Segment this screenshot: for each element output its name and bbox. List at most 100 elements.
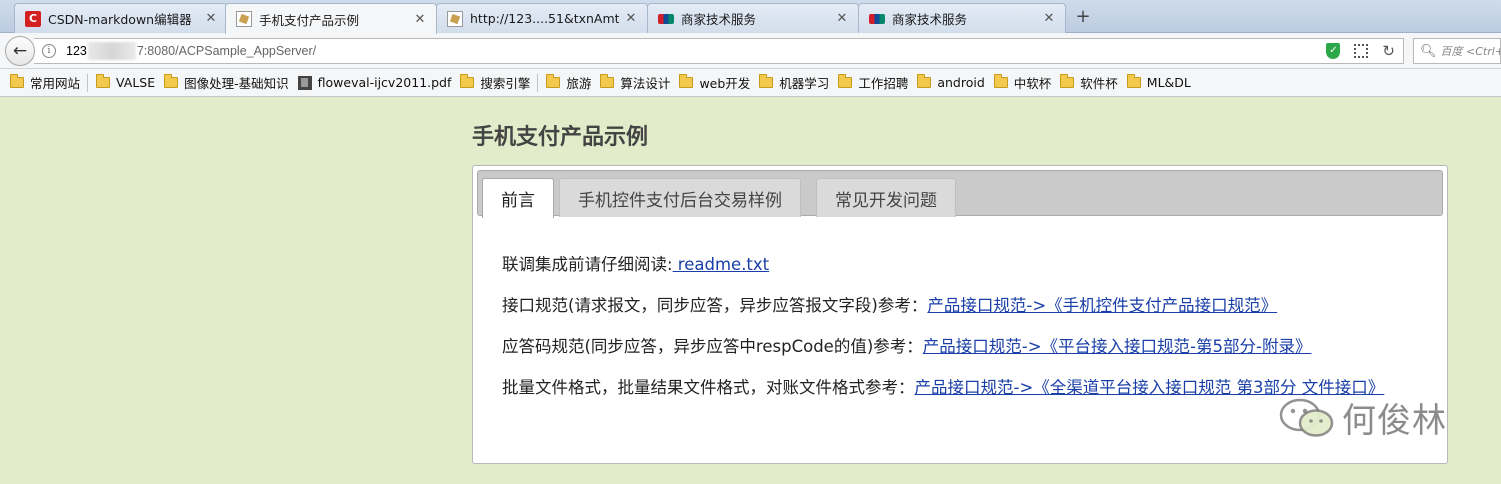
bookmark-label: 中软杯	[1013, 76, 1052, 91]
navigation-bar: i 123 7:8080/ACPSample_AppServer/ ✓ ↻ ← …	[0, 33, 1501, 69]
tab-faq[interactable]: 常见开发问题	[816, 178, 956, 217]
bookmark-label: 算法设计	[620, 76, 671, 91]
search-box[interactable]: 🔍︎ 百度 <Ctrl+K>	[1413, 38, 1501, 64]
page-title: 手机支付产品示例	[472, 125, 649, 150]
bookmark-separator	[87, 73, 89, 92]
unionpay-icon	[658, 11, 674, 27]
site-info-icon[interactable]: i	[42, 44, 56, 58]
page-icon	[236, 11, 252, 27]
browser-tab-strip: C CSDN-markdown编辑器 ✕ 手机支付产品示例 ✕ http://1…	[0, 0, 1501, 34]
folder-icon	[164, 74, 179, 88]
tab-label: 手机支付产品示例	[259, 12, 360, 28]
bookmark-item[interactable]: 中软杯	[993, 73, 1052, 92]
bookmark-label: 旅游	[566, 76, 592, 91]
browser-tab-http[interactable]: http://123....51&txnAmt=5 ✕	[436, 3, 648, 33]
csdn-logo-icon: C	[25, 10, 41, 27]
interface-spec-line: 接口规范(请求报文，同步应答，异步应答报文字段)参考：产品接口规范->《手机控件…	[502, 295, 1432, 317]
url-path: 7:8080/ACPSample_AppServer/	[136, 44, 317, 58]
bookmark-label: VALSE	[116, 75, 156, 90]
folder-icon	[1060, 74, 1075, 88]
readme-line: 联调集成前请仔细阅读: readme.txt	[502, 254, 1432, 276]
browser-tab-active[interactable]: 手机支付产品示例 ✕	[225, 3, 437, 34]
close-tab-icon[interactable]: ✕	[414, 12, 426, 27]
browser-tab-merchant-1[interactable]: 商家技术服务 ✕	[647, 3, 859, 33]
address-bar-icons: ✓ ↻	[1326, 42, 1395, 60]
bookmark-label: 常用网站	[30, 76, 81, 91]
bookmark-label: 图像处理-基础知识	[184, 76, 289, 91]
bookmark-label: 软件杯	[1080, 76, 1118, 91]
wechat-watermark: 何俊林	[1278, 393, 1447, 442]
close-tab-icon[interactable]: ✕	[1043, 11, 1055, 26]
bookmark-label: floweval-ijcv2011.pdf	[317, 75, 452, 90]
bookmark-item[interactable]: web开发	[679, 73, 750, 92]
wechat-icon	[1279, 398, 1334, 437]
bookmark-label: 搜索引擎	[480, 76, 531, 91]
search-icon: 🔍︎	[1420, 43, 1437, 59]
close-tab-icon[interactable]: ✕	[836, 11, 848, 26]
response-code-line: 应答码规范(同步应答，异步应答中respCode的值)参考：产品接口规范->《平…	[502, 336, 1432, 358]
bookmark-label: 工作招聘	[858, 76, 909, 91]
browser-tab-merchant-2[interactable]: 商家技术服务 ✕	[858, 3, 1066, 33]
bookmark-item[interactable]: 搜索引擎	[460, 73, 530, 92]
response-code-link[interactable]: 产品接口规范->《平台接入接口规范-第5部分-附录》	[923, 337, 1312, 356]
bookmark-item[interactable]: 机器学习	[759, 73, 829, 92]
folder-icon	[10, 74, 24, 88]
tab-label: CSDN-markdown编辑器	[48, 12, 192, 27]
folder-icon	[679, 74, 694, 88]
line-text: 批量文件格式，批量结果文件格式，对账文件格式参考：	[502, 378, 915, 397]
page-tab-bar: 前言 手机控件支付后台交易样例 常见开发问题	[477, 170, 1443, 218]
qr-code-icon[interactable]	[1354, 44, 1369, 58]
bookmark-item[interactable]: 软件杯	[1060, 73, 1118, 92]
bookmark-item[interactable]: ML&DL	[1126, 74, 1191, 90]
bookmark-item[interactable]: 旅游	[546, 73, 591, 92]
tab-label: 商家技术服务	[892, 12, 968, 27]
readme-link[interactable]: readme.txt	[673, 255, 769, 274]
bookmark-label: web开发	[699, 76, 751, 91]
url-redacted-segment	[87, 42, 136, 60]
folder-icon	[917, 74, 932, 88]
folder-icon	[460, 74, 475, 88]
bookmark-item[interactable]: floweval-ijcv2011.pdf	[297, 75, 452, 90]
security-shield-icon[interactable]: ✓	[1326, 43, 1341, 59]
line-text: 应答码规范(同步应答，异步应答中respCode的值)参考：	[502, 337, 923, 356]
watermark-text: 何俊林	[1342, 401, 1447, 441]
line-text: 联调集成前请仔细阅读:	[502, 255, 673, 274]
bookmark-item[interactable]: android	[917, 74, 985, 90]
bookmark-label: android	[937, 75, 985, 90]
folder-icon	[838, 74, 853, 88]
tab-label: http://123....51&txnAmt=5	[470, 11, 619, 26]
bookmark-label: 机器学习	[779, 76, 830, 91]
back-arrow-icon: ←	[12, 41, 28, 61]
folder-icon	[546, 74, 561, 88]
bookmark-item[interactable]: 常用网站	[10, 73, 80, 92]
bookmark-item[interactable]: 算法设计	[600, 73, 670, 92]
new-tab-button[interactable]: +	[1071, 7, 1095, 29]
search-placeholder: 百度 <Ctrl+K>	[1440, 45, 1500, 58]
bookmark-label: ML&DL	[1146, 75, 1191, 90]
tab-label: 商家技术服务	[681, 12, 757, 27]
folder-icon	[759, 74, 774, 88]
reload-icon[interactable]: ↻	[1382, 42, 1395, 60]
tab-preface[interactable]: 前言	[482, 178, 554, 218]
bookmark-item[interactable]: VALSE	[96, 74, 156, 90]
line-text: 接口规范(请求报文，同步应答，异步应答报文字段)参考：	[502, 296, 928, 315]
bookmark-item[interactable]: 图像处理-基础知识	[164, 73, 289, 92]
unionpay-icon	[869, 11, 885, 27]
bookmark-item[interactable]: 工作招聘	[838, 73, 908, 92]
page-icon	[447, 10, 463, 27]
pdf-icon	[297, 75, 312, 90]
folder-icon	[1126, 74, 1141, 88]
bookmarks-bar: 常用网站 VALSE 图像处理-基础知识 floweval-ijcv2011.p…	[0, 69, 1501, 97]
browser-tab-csdn[interactable]: C CSDN-markdown编辑器 ✕	[14, 3, 228, 33]
url-host: 123	[66, 44, 87, 58]
folder-icon	[600, 74, 615, 88]
folder-icon	[96, 74, 111, 88]
close-tab-icon[interactable]: ✕	[625, 11, 637, 26]
close-tab-icon[interactable]: ✕	[205, 11, 217, 26]
address-bar[interactable]: i 123 7:8080/ACPSample_AppServer/ ✓ ↻	[34, 38, 1404, 64]
back-button[interactable]: ←	[5, 36, 35, 66]
tab-backend-sample[interactable]: 手机控件支付后台交易样例	[559, 178, 801, 217]
bookmark-separator	[537, 73, 539, 92]
interface-spec-link[interactable]: 产品接口规范->《手机控件支付产品接口规范》	[927, 296, 1277, 315]
folder-icon	[993, 74, 1008, 88]
